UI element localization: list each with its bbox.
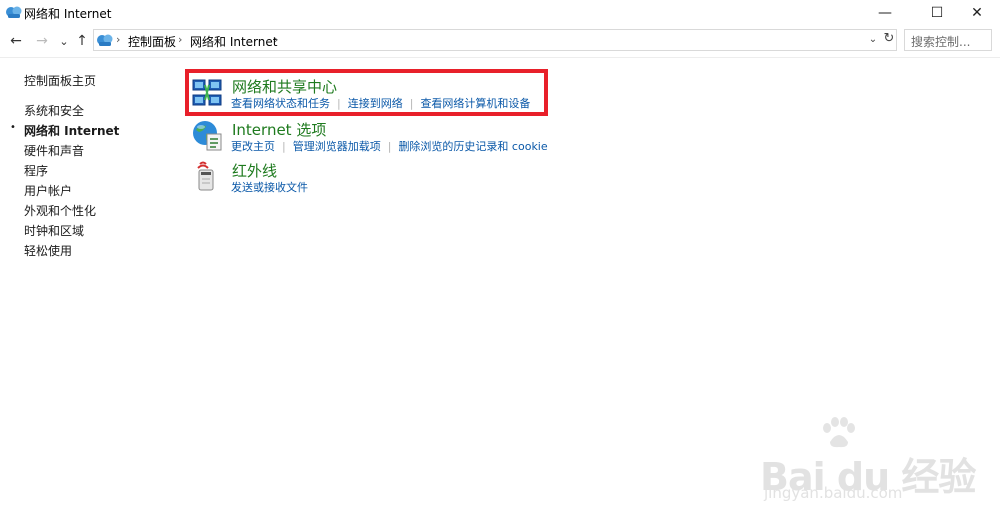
close-button[interactable]: ✕ [954,0,1000,26]
recent-locations-button[interactable]: ⌄ [56,32,72,50]
forward-button[interactable]: → [34,32,50,50]
forward-arrow-icon: → [36,33,48,49]
back-button[interactable]: ← [8,32,24,50]
watermark-url: jingyan.baidu.com [764,484,903,502]
address-dropdown-button[interactable]: ⌄ [866,31,880,47]
active-bullet: • [10,122,16,133]
category-links: 发送或接收文件 [231,179,308,195]
search-input[interactable]: 搜索控制... [904,29,992,51]
breadcrumb-separator[interactable]: › [274,33,278,46]
sidebar-item-programs[interactable]: 程序 [24,162,48,179]
sidebar-item-ease-of-access[interactable]: 轻松使用 [24,242,72,259]
baidu-watermark: Bai du 经验 jingyan.baidu.com [760,410,990,510]
category-links: 更改主页 | 管理浏览器加载项 | 删除浏览的历史记录和 cookie [231,138,548,154]
category-title[interactable]: 红外线 [232,160,277,181]
link-change-home-page[interactable]: 更改主页 [231,138,275,154]
link-separator: | [387,139,392,153]
up-arrow-icon: ↑ [76,33,88,49]
back-arrow-icon: ← [10,33,22,49]
minimize-button[interactable]: — [862,0,908,26]
paw-print-icon [823,417,855,448]
window-title: 网络和 Internet [24,7,112,21]
breadcrumb-control-panel[interactable]: 控制面板 [128,33,176,50]
title-bar: 网络和 Internet — ☐ ✕ [0,0,1000,26]
search-placeholder: 搜索控制... [911,35,971,49]
sidebar-item-system-security[interactable]: 系统和安全 [24,102,84,119]
link-separator: | [282,139,286,153]
link-delete-browsing-history[interactable]: 删除浏览的历史记录和 cookie [398,138,547,154]
breadcrumb-separator[interactable]: › [178,33,182,46]
sidebar-item-appearance[interactable]: 外观和个性化 [24,202,96,219]
infrared-icon[interactable] [190,160,224,194]
breadcrumb-separator[interactable]: › [116,33,120,46]
highlight-box [185,69,548,116]
chevron-down-icon: ⌄ [868,33,878,45]
minimize-icon: — [878,5,892,21]
maximize-icon: ☐ [930,5,944,21]
refresh-icon: ↻ [883,30,895,46]
network-icon [6,6,22,18]
sidebar-item-hardware-sound[interactable]: 硬件和声音 [24,142,84,159]
sidebar-item-clock-region[interactable]: 时钟和区域 [24,222,84,239]
refresh-button[interactable]: ↻ [882,30,896,46]
address-row: ← → ⌄ ↑ › 控制面板 › 网络和 Internet › ⌄ ↻ 搜索控制… [0,28,1000,54]
link-manage-add-ons[interactable]: 管理浏览器加载项 [293,138,381,154]
address-bar[interactable]: › 控制面板 › 网络和 Internet › [93,29,897,51]
close-icon: ✕ [971,5,983,21]
internet-options-icon[interactable] [190,118,224,152]
category-title[interactable]: Internet 选项 [232,119,326,140]
sidebar-item-network-internet[interactable]: 网络和 Internet [24,122,119,139]
sidebar-item-control-panel-home[interactable]: 控制面板主页 [24,72,96,89]
network-icon [97,34,113,46]
sidebar-item-user-accounts[interactable]: 用户帐户 [24,182,72,199]
header-divider [0,57,1000,58]
up-button[interactable]: ↑ [74,32,90,50]
breadcrumb-network-internet[interactable]: 网络和 Internet [190,33,277,50]
link-send-receive-files[interactable]: 发送或接收文件 [231,179,308,195]
chevron-down-icon: ⌄ [59,34,69,48]
